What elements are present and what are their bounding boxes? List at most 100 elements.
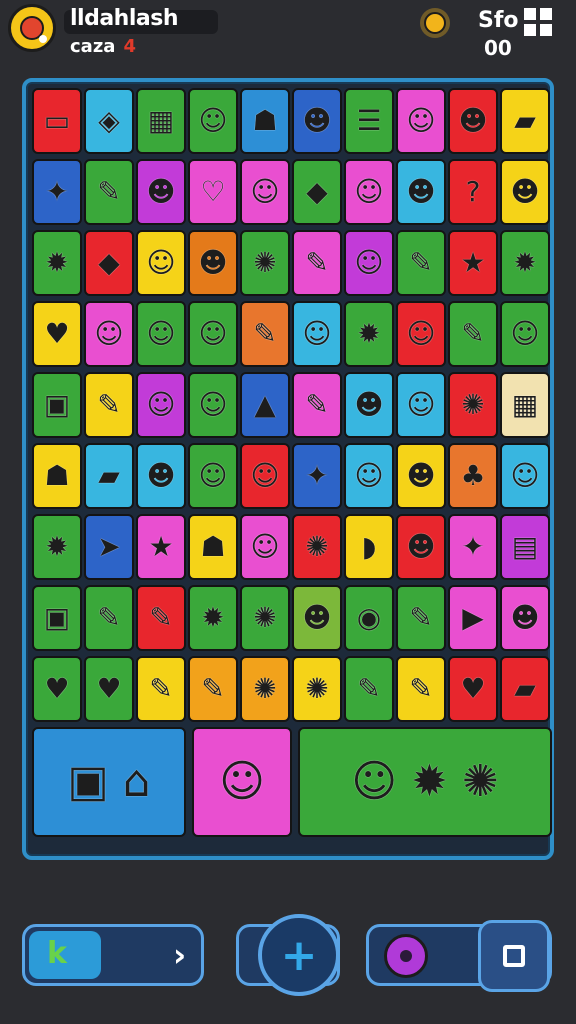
board-tile[interactable]: ☻ bbox=[448, 88, 498, 154]
board-tile[interactable]: ☻ bbox=[500, 585, 550, 651]
board-tile[interactable]: ✦ bbox=[448, 514, 498, 580]
board-tile[interactable]: ✹ bbox=[344, 301, 394, 367]
board-tile[interactable]: ☗ bbox=[240, 88, 290, 154]
board-tile[interactable]: ✎ bbox=[84, 159, 134, 225]
board-tile[interactable]: ☗ bbox=[32, 443, 82, 509]
board-tile[interactable]: ▶ bbox=[448, 585, 498, 651]
board-tile[interactable]: ✹ bbox=[500, 230, 550, 296]
board-tile[interactable]: ◆ bbox=[84, 230, 134, 296]
board-tile[interactable]: ☺ bbox=[136, 230, 186, 296]
board-tile[interactable]: ☺ bbox=[240, 159, 290, 225]
board-tile[interactable]: ◈ bbox=[84, 88, 134, 154]
board-tile[interactable]: ☻ bbox=[188, 230, 238, 296]
board-tile[interactable]: ? bbox=[448, 159, 498, 225]
board-tile[interactable]: ▰ bbox=[84, 443, 134, 509]
large-board-tile[interactable]: ☺ ✹ ✺ bbox=[298, 727, 552, 837]
board-tile[interactable]: ✎ bbox=[84, 372, 134, 438]
board-tile[interactable]: ♣ bbox=[448, 443, 498, 509]
board-tile[interactable]: ☺ bbox=[188, 372, 238, 438]
board-tile[interactable]: ☰ bbox=[344, 88, 394, 154]
board-tile[interactable]: ✎ bbox=[136, 585, 186, 651]
board-tile[interactable]: ☺ bbox=[396, 372, 446, 438]
board-tile[interactable]: ▤ bbox=[500, 514, 550, 580]
gear-icon[interactable] bbox=[384, 934, 428, 978]
board-tile[interactable]: ✺ bbox=[292, 514, 342, 580]
board-tile[interactable]: ▰ bbox=[500, 656, 550, 722]
board-tile[interactable]: ✺ bbox=[240, 656, 290, 722]
board-tile[interactable]: ☺ bbox=[344, 159, 394, 225]
board-tile[interactable]: ▦ bbox=[500, 372, 550, 438]
board-tile[interactable]: ☺ bbox=[396, 88, 446, 154]
large-board-tile[interactable]: ☺ bbox=[192, 727, 292, 837]
board-tile[interactable]: ✎ bbox=[396, 656, 446, 722]
board-tile[interactable]: ◗ bbox=[344, 514, 394, 580]
board-tile[interactable]: ☺ bbox=[84, 301, 134, 367]
large-board-tile[interactable]: ▣ ⌂ bbox=[32, 727, 186, 837]
board-tile[interactable]: ☺ bbox=[188, 301, 238, 367]
board-tile[interactable]: ☺ bbox=[396, 301, 446, 367]
board-tile[interactable]: ✦ bbox=[32, 159, 82, 225]
board-tile[interactable]: ☺ bbox=[500, 301, 550, 367]
board-tile[interactable]: ✺ bbox=[292, 656, 342, 722]
board-tile[interactable]: ✎ bbox=[396, 585, 446, 651]
board-tile[interactable]: ☗ bbox=[188, 514, 238, 580]
board-tile[interactable]: ☺ bbox=[500, 443, 550, 509]
board-tile[interactable]: ◉ bbox=[344, 585, 394, 651]
board-tile[interactable]: ☻ bbox=[136, 443, 186, 509]
board-tile[interactable]: ▲ bbox=[240, 372, 290, 438]
board-tile[interactable]: ▣ bbox=[32, 585, 82, 651]
board-tile[interactable]: ☺ bbox=[136, 372, 186, 438]
board-tile[interactable]: ☺ bbox=[188, 88, 238, 154]
board-tile[interactable]: ☻ bbox=[344, 372, 394, 438]
board-tile[interactable]: ☻ bbox=[136, 159, 186, 225]
board-tile[interactable]: ♥ bbox=[32, 301, 82, 367]
board-tile[interactable]: ☺ bbox=[240, 514, 290, 580]
board-tile[interactable]: ▣ bbox=[32, 372, 82, 438]
board-tile[interactable]: ☻ bbox=[292, 585, 342, 651]
board-tile[interactable]: ☺ bbox=[344, 230, 394, 296]
board-tile[interactable]: ✦ bbox=[292, 443, 342, 509]
board-tile[interactable]: ☻ bbox=[292, 88, 342, 154]
board-tile[interactable]: ✹ bbox=[188, 585, 238, 651]
board-tile[interactable]: ✎ bbox=[84, 585, 134, 651]
board-tile[interactable]: ☺ bbox=[292, 301, 342, 367]
board-tile[interactable]: ◆ bbox=[292, 159, 342, 225]
board-tile[interactable]: ☺ bbox=[136, 301, 186, 367]
board-tile[interactable]: ♥ bbox=[32, 656, 82, 722]
board-tile[interactable]: ▰ bbox=[500, 88, 550, 154]
board-tile[interactable]: ▭ bbox=[32, 88, 82, 154]
board-tile[interactable]: ☺ bbox=[344, 443, 394, 509]
board-tile[interactable]: ✺ bbox=[240, 230, 290, 296]
add-button[interactable]: + bbox=[258, 914, 340, 996]
board-tile[interactable]: ➤ bbox=[84, 514, 134, 580]
board-tile[interactable]: ♡ bbox=[188, 159, 238, 225]
board-tile[interactable]: ✎ bbox=[292, 230, 342, 296]
board-tile[interactable]: ☻ bbox=[396, 443, 446, 509]
board-tile[interactable]: ☻ bbox=[500, 159, 550, 225]
board-tile[interactable]: ✎ bbox=[292, 372, 342, 438]
board-tile[interactable]: ☺ bbox=[188, 443, 238, 509]
board-tile[interactable]: ✎ bbox=[136, 656, 186, 722]
stop-button[interactable] bbox=[478, 920, 550, 992]
board-tile[interactable]: ✎ bbox=[344, 656, 394, 722]
board-tile[interactable]: ☺ bbox=[240, 443, 290, 509]
grid-menu-icon[interactable] bbox=[524, 8, 554, 38]
board-tile[interactable]: ☻ bbox=[396, 159, 446, 225]
board-tile[interactable]: ♥ bbox=[448, 656, 498, 722]
tile-icon: ▲ bbox=[254, 388, 276, 421]
board-tile[interactable]: ★ bbox=[448, 230, 498, 296]
board-tile[interactable]: ✹ bbox=[32, 514, 82, 580]
board-tile[interactable]: ✹ bbox=[32, 230, 82, 296]
board-tile[interactable]: ✺ bbox=[240, 585, 290, 651]
board-tile[interactable]: ☻ bbox=[396, 514, 446, 580]
board-tile[interactable]: ✎ bbox=[448, 301, 498, 367]
board-tile[interactable]: ♥ bbox=[84, 656, 134, 722]
board-tile[interactable]: ✎ bbox=[188, 656, 238, 722]
board-tile[interactable]: ✎ bbox=[240, 301, 290, 367]
avatar[interactable] bbox=[8, 4, 56, 52]
board-tile[interactable]: ✺ bbox=[448, 372, 498, 438]
play-button[interactable]: k › bbox=[22, 924, 204, 986]
board-tile[interactable]: ★ bbox=[136, 514, 186, 580]
board-tile[interactable]: ▦ bbox=[136, 88, 186, 154]
board-tile[interactable]: ✎ bbox=[396, 230, 446, 296]
